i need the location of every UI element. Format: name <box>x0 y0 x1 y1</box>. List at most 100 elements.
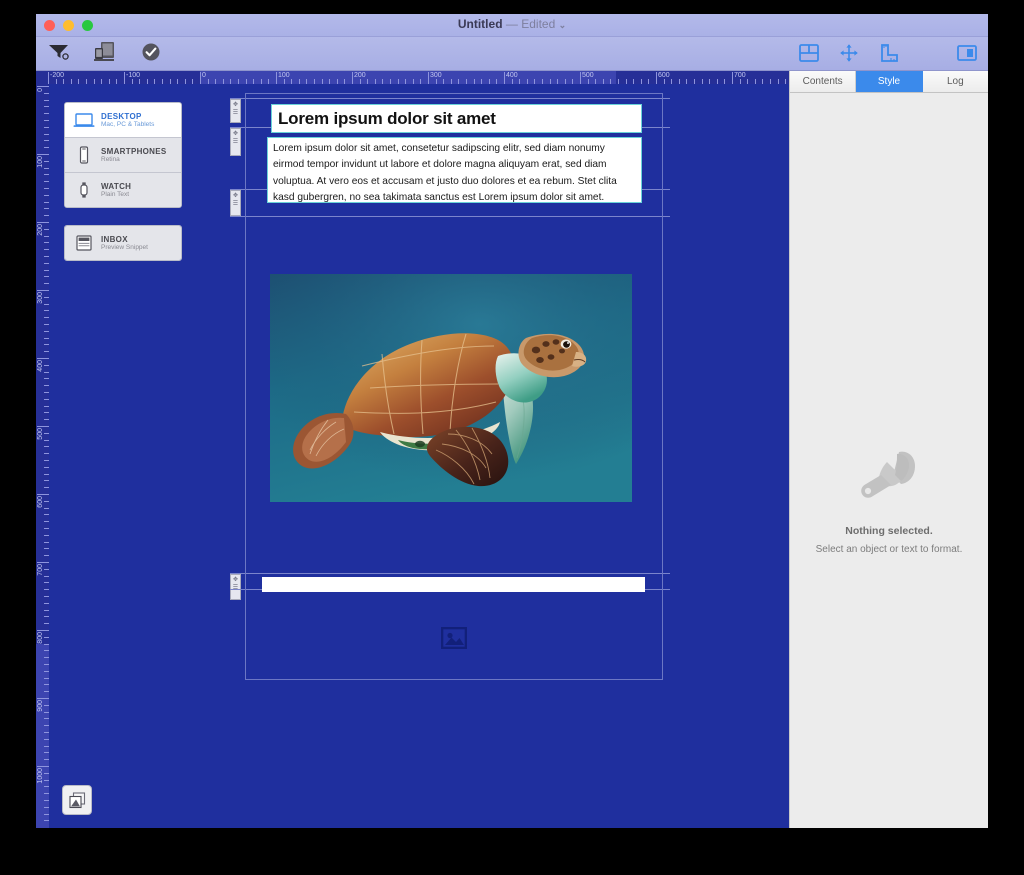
sidebar-item-subtitle: Plain Text <box>101 190 130 198</box>
funnel-icon[interactable] <box>46 39 72 65</box>
ruler-label: 300 <box>430 72 442 79</box>
ruler-label: 1000 <box>37 768 44 784</box>
ruler-label: 400 <box>37 360 44 372</box>
sidebar-item-text: WATCH Plain Text <box>97 182 131 199</box>
heading-block[interactable]: Lorem ipsum dolor sit amet <box>271 104 642 133</box>
sidebar-item-subtitle: Retina <box>101 155 120 163</box>
sidebar-item-title: WATCH <box>101 181 132 191</box>
sidebar-item-desktop[interactable]: DESKTOP Mac, PC & Tablets <box>65 103 181 138</box>
block-handle-body[interactable]: ✥ ☰ <box>230 128 241 156</box>
ruler-tick <box>124 72 125 84</box>
ruler-tick <box>656 72 657 84</box>
ruler-tick <box>200 72 201 84</box>
ruler-label: 200 <box>354 72 366 79</box>
edited-status: Edited <box>521 17 556 31</box>
empty-state: Nothing selected. Select an object or te… <box>790 446 988 555</box>
ruler-label: 100 <box>278 72 290 79</box>
sidebar-item-text: SMARTPHONES Retina <box>97 147 167 164</box>
ruler-label: -100 <box>126 72 141 79</box>
editor-body: -200 -100 0 100 200 300 400 500 600 700 800 0 100 20… <box>36 71 988 828</box>
move-handle-icon: ✥ <box>232 102 239 108</box>
block-handle-lower[interactable]: ✥ ☰ <box>230 574 241 600</box>
tab-contents[interactable]: Contents <box>790 71 857 92</box>
ruler-label: 900 <box>37 700 44 712</box>
inspector-panel: Contents Style Log Nothing selected. Sel… <box>789 71 988 828</box>
ruler-tick <box>48 72 49 84</box>
ruler-tick <box>580 72 581 84</box>
block-handle-spacer[interactable]: ✥ ☰ <box>230 190 241 216</box>
ruler-label: 700 <box>734 72 746 79</box>
block-handle-heading[interactable]: ✥ ☰ <box>230 99 241 123</box>
title-bar: Untitled — Edited ⌄ <box>36 14 988 37</box>
ruler-tick <box>428 72 429 84</box>
sidebar-item-text: DESKTOP Mac, PC & Tablets <box>97 112 154 129</box>
horizontal-ruler[interactable]: -200-1000100200300400500600700800 <box>36 71 790 84</box>
device-sidebar: DESKTOP Mac, PC & Tablets SMARTPHONES Re… <box>64 102 182 278</box>
move-arrows-icon[interactable] <box>836 40 862 66</box>
ruler-icon[interactable] <box>876 40 902 66</box>
chevron-down-icon[interactable]: ⌄ <box>559 20 567 30</box>
ruler-tick <box>504 72 505 84</box>
ruler-label: 600 <box>37 496 44 508</box>
sidebar-item-watch[interactable]: WATCH Plain Text <box>65 173 181 207</box>
image-placeholder-icon <box>440 627 467 649</box>
ruler-label: 0 <box>202 72 206 79</box>
menu-handle-icon: ☰ <box>232 585 239 591</box>
device-group-mail: INBOX Preview Snippet <box>64 225 182 261</box>
empty-state-subtitle: Select an object or text to format. <box>815 544 963 555</box>
ruler-label: 800 <box>37 632 44 644</box>
text-bar-block[interactable] <box>262 577 645 592</box>
image-placeholder-block[interactable] <box>262 594 645 682</box>
sidebar-item-title: SMARTPHONES <box>101 146 167 156</box>
devices-icon[interactable] <box>92 39 118 65</box>
ruler-label: 600 <box>658 72 670 79</box>
ruler-label: 500 <box>37 428 44 440</box>
document-name: Untitled <box>457 17 503 31</box>
ruler-tick <box>352 72 353 84</box>
ruler-label: 400 <box>506 72 518 79</box>
vertical-ruler[interactable]: 0 100 200 300 400 500 600 700 800 900 1000 <box>36 84 49 828</box>
device-group-screens: DESKTOP Mac, PC & Tablets SMARTPHONES Re… <box>64 102 182 208</box>
paintbrush-icon <box>790 446 988 507</box>
ruler-label: 100 <box>37 156 44 168</box>
move-handle-icon: ✥ <box>232 131 239 137</box>
sidebar-item-subtitle: Mac, PC & Tablets <box>101 120 155 128</box>
layers-button[interactable] <box>62 785 92 815</box>
empty-state-title: Nothing selected. <box>845 525 933 537</box>
ruler-tick <box>276 72 277 84</box>
ruler-label: 200 <box>37 224 44 236</box>
toolbar-right-group <box>796 40 980 66</box>
inbox-icon <box>71 234 97 252</box>
image-block[interactable] <box>270 274 632 502</box>
move-handle-icon: ✥ <box>232 193 239 199</box>
toolbar-left-group <box>46 39 164 65</box>
tab-log[interactable]: Log <box>922 71 988 92</box>
tab-style[interactable]: Style <box>856 71 923 92</box>
inspector-panel-icon[interactable] <box>954 40 980 66</box>
sidebar-item-inbox[interactable]: INBOX Preview Snippet <box>65 226 181 260</box>
watch-icon <box>71 181 97 199</box>
menu-handle-icon: ☰ <box>232 201 239 207</box>
layers-icon <box>68 791 85 808</box>
menu-handle-icon: ☰ <box>232 110 239 116</box>
split-layout-icon[interactable] <box>796 40 822 66</box>
body-text-block[interactable]: Lorem ipsum dolor sit amet, consetetur s… <box>267 137 642 203</box>
laptop-icon <box>71 112 97 128</box>
heading-text: Lorem ipsum dolor sit amet <box>278 108 496 128</box>
sidebar-item-title: DESKTOP <box>101 111 142 121</box>
document-page[interactable]: Lorem ipsum dolor sit amet Lorem ipsum d… <box>245 93 663 680</box>
inspector-tabs: Contents Style Log <box>790 71 988 93</box>
sidebar-item-text: INBOX Preview Snippet <box>97 235 148 252</box>
check-circle-icon[interactable] <box>138 39 164 65</box>
ruler-tick <box>732 72 733 84</box>
body-text: Lorem ipsum dolor sit amet, consetetur s… <box>273 143 617 203</box>
toolbar <box>36 37 988 71</box>
ruler-label: 300 <box>37 292 44 304</box>
sidebar-item-smartphones[interactable]: SMARTPHONES Retina <box>65 138 181 173</box>
sidebar-item-subtitle: Preview Snippet <box>101 243 148 251</box>
phone-icon <box>71 146 97 164</box>
ruler-label: 500 <box>582 72 594 79</box>
canvas[interactable]: DESKTOP Mac, PC & Tablets SMARTPHONES Re… <box>49 84 790 828</box>
ruler-label: 0 <box>37 88 44 92</box>
menu-handle-icon: ☰ <box>232 139 239 145</box>
